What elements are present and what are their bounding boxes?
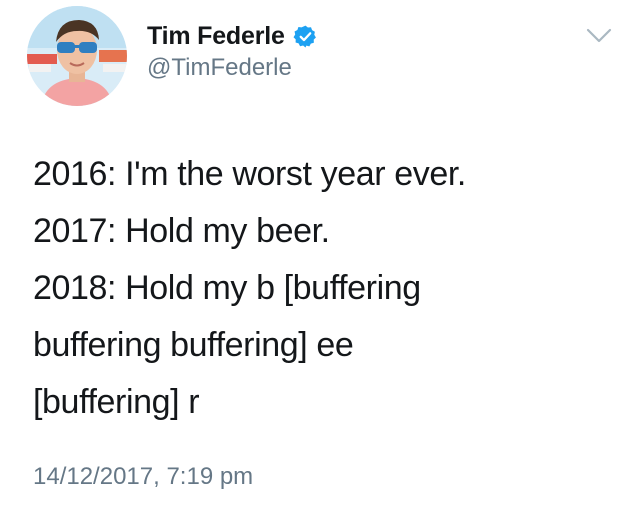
avatar[interactable] <box>27 6 127 106</box>
tweet-text-line: 2017: Hold my beer. <box>33 212 330 250</box>
tweet-text: 2016: I'm the worst year ever. 2017: Hol… <box>33 146 613 431</box>
author-handle[interactable]: @TimFederle <box>147 54 292 82</box>
tweet-text-line: 2016: I'm the worst year ever. <box>33 155 466 193</box>
chevron-down-icon[interactable] <box>586 27 612 45</box>
avatar-image <box>27 6 127 106</box>
author-display-name[interactable]: Tim Federle <box>147 21 285 51</box>
verified-badge-icon <box>293 24 318 49</box>
tweet-text-line: buffering buffering] ee <box>33 326 354 364</box>
tweet-text-line: [buffering] r <box>33 383 200 421</box>
author-name-row[interactable]: Tim Federle <box>147 19 318 53</box>
tweet-timestamp[interactable]: 14/12/2017, 7:19 pm <box>33 462 253 492</box>
tweet-text-line: 2018: Hold my b [buffering <box>33 269 421 307</box>
tweet-card: Tim Federle @TimFederle 2016: I'm the wo… <box>0 0 640 510</box>
